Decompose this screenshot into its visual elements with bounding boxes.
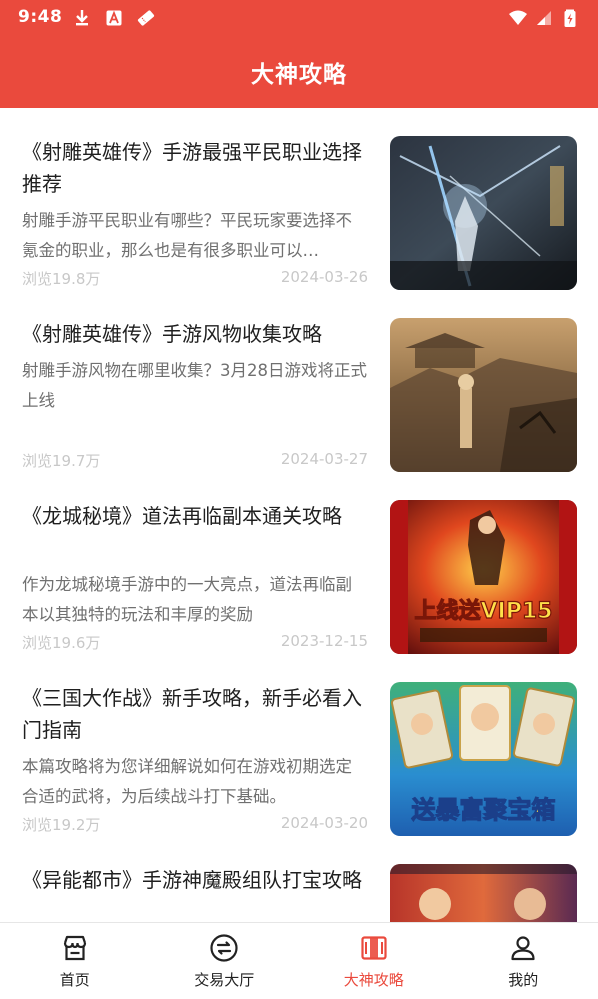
thumbnail-promo-text: 送暴富聚宝箱 [412,796,556,824]
article-views: 浏览19.8万 [22,268,100,289]
page-title: 大神攻略 [251,55,347,89]
article-summary: 本篇攻略将为您详细解说如何在游戏初期选定合适的武将，为后续战斗打下基础。 [22,752,367,812]
article-title: 《射雕英雄传》手游最强平民职业选择推荐 [22,136,362,200]
article-card[interactable]: 《三国大作战》新手攻略，新手必看入门指南 本篇攻略将为您详细解说如何在游戏初期选… [0,654,598,836]
article-summary: 射雕手游风物在哪里收集？3月28日游戏将正式上线 [22,356,367,416]
tab-label: 首页 [60,969,90,990]
article-thumbnail[interactable] [390,318,577,472]
article-summary: 射雕手游平民职业有哪些？平民玩家要选择不氪金的职业，那么也是有很多职业可以… [22,206,367,266]
store-icon [60,933,90,963]
article-title: 《三国大作战》新手攻略，新手必看入门指南 [22,682,362,746]
tab-profile[interactable]: 我的 [449,923,598,999]
article-date: 2024-03-26 [281,268,368,286]
article-views: 浏览19.6万 [22,632,100,653]
tab-guides[interactable]: 大神攻略 [299,923,449,999]
article-date: 2024-03-27 [281,450,368,468]
app-bar: 大神攻略 [0,36,598,108]
article-card[interactable]: 《龙城秘境》道法再临副本通关攻略 作为龙城秘境手游中的一大亮点，道法再临副本以其… [0,472,598,654]
ticket-icon [136,8,156,28]
tab-label: 大神攻略 [344,969,404,990]
tab-home[interactable]: 首页 [0,923,150,999]
article-date: 2023-12-15 [281,632,368,650]
app-notification-icon [104,8,124,28]
article-views: 浏览19.2万 [22,814,100,835]
battery-icon [560,8,580,28]
article-thumbnail[interactable]: 上线送VIP15 [390,500,577,654]
article-title: 《异能都市》手游神魔殿组队打宝攻略 [22,864,362,896]
tab-label: 我的 [508,969,538,990]
thumbnail-promo-text: 上线送VIP15 [415,598,553,624]
signal-icon [534,8,554,28]
bottom-tab-bar: 首页 交易大厅 大神攻略 我的 [0,922,598,999]
article-thumbnail[interactable] [390,864,577,922]
user-icon [508,933,538,963]
tab-label: 交易大厅 [194,969,254,990]
article-thumbnail[interactable]: 送暴富聚宝箱 [390,682,577,836]
article-date: 2024-03-20 [281,814,368,832]
article-card[interactable]: 《射雕英雄传》手游最强平民职业选择推荐 射雕手游平民职业有哪些？平民玩家要选择不… [0,108,598,290]
article-card[interactable]: 《射雕英雄传》手游风物收集攻略 射雕手游风物在哪里收集？3月28日游戏将正式上线… [0,290,598,472]
article-summary: 作为龙城秘境手游中的一大亮点，道法再临副本以其独特的玩法和丰厚的奖励 [22,570,367,630]
download-icon [72,8,92,28]
article-card[interactable]: 《异能都市》手游神魔殿组队打宝攻略 [0,836,598,922]
article-title: 《龙城秘境》道法再临副本通关攻略 [22,500,362,532]
article-thumbnail[interactable] [390,136,577,290]
status-bar: 9:48 [0,0,598,36]
guide-book-icon [359,933,389,963]
wifi-icon [508,8,528,28]
article-list[interactable]: 《射雕英雄传》手游最强平民职业选择推荐 射雕手游平民职业有哪些？平民玩家要选择不… [0,108,598,922]
article-views: 浏览19.7万 [22,450,100,471]
tab-exchange[interactable]: 交易大厅 [150,923,300,999]
exchange-icon [209,933,239,963]
status-time: 9:48 [18,7,62,27]
article-title: 《射雕英雄传》手游风物收集攻略 [22,318,362,350]
